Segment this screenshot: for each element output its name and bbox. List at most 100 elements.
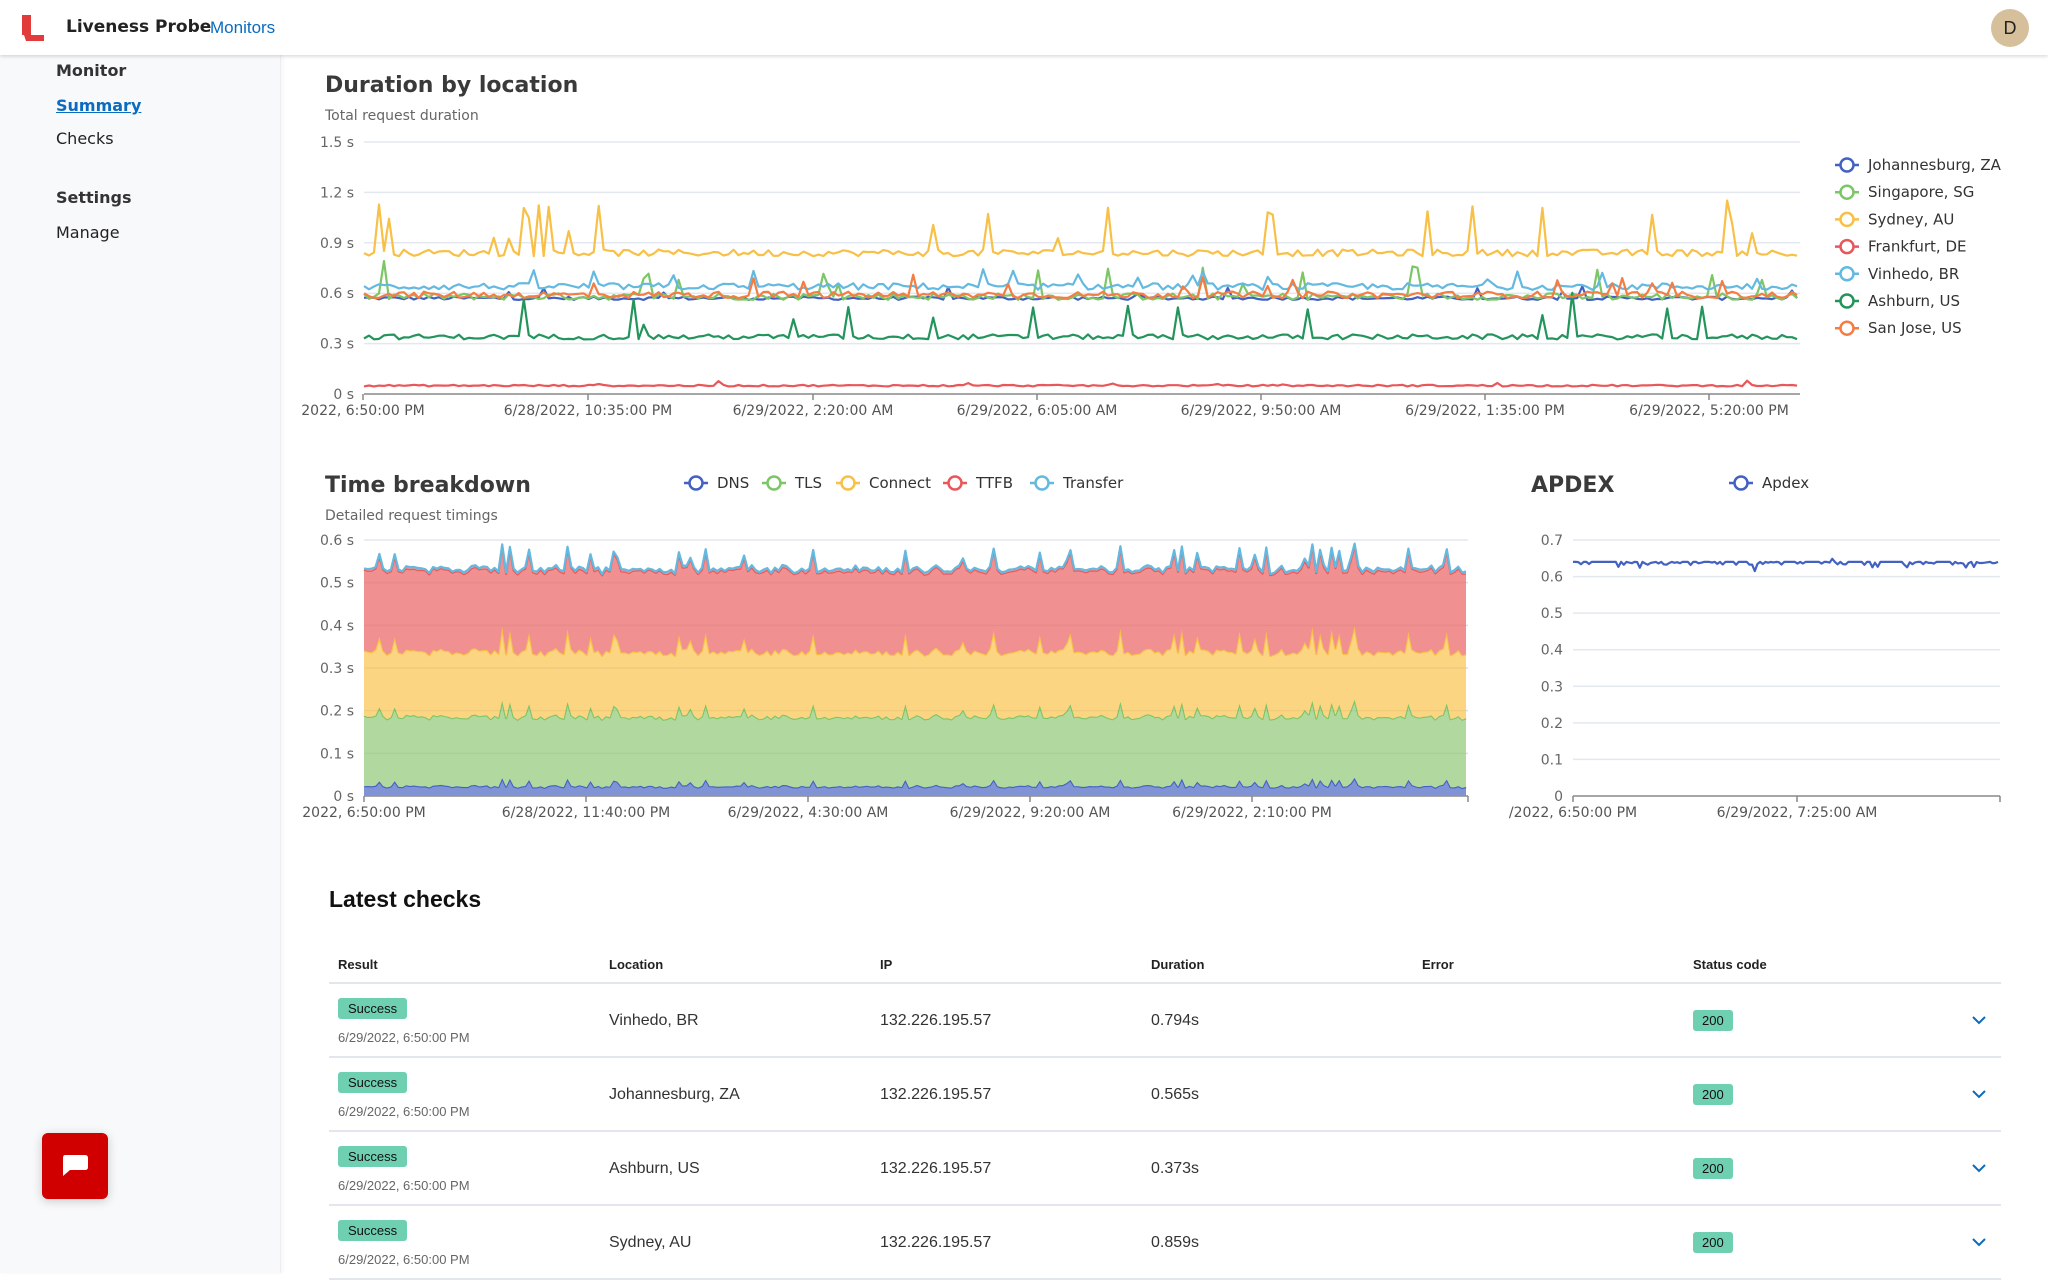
x-tick-label: 2022, 6:50:00 PM xyxy=(302,805,425,821)
x-tick-label: /2022, 6:50:00 PM xyxy=(1509,805,1637,821)
result-badge: Success xyxy=(338,998,408,1019)
expand-chevron-down-icon[interactable] xyxy=(1969,1084,1989,1104)
column-header-ip: IP xyxy=(880,957,893,972)
y-tick-label: 0.6 s xyxy=(320,286,354,302)
y-tick-label: 0.2 s xyxy=(320,704,354,720)
x-tick-label: 6/29/2022, 4:30:00 AM xyxy=(728,805,889,821)
duration-chart: 0 s 0.3 s 0.6 s 0.9 s 1.2 s 1.5 s 2022, 6:50:0… xyxy=(301,135,2001,419)
y-tick-label: 0.5 s xyxy=(320,576,354,592)
transfer-legend-marker-icon xyxy=(1034,475,1050,491)
status-code-badge: 200 xyxy=(1693,1010,1733,1031)
location-cell: Ashburn, US xyxy=(609,1160,700,1177)
y-tick-label: 0.1 s xyxy=(320,746,354,762)
y-tick-label: 0 xyxy=(1554,789,1563,805)
legend-label: Frankfurt, DE xyxy=(1868,238,1967,256)
ip-cell: 132.226.195.57 xyxy=(880,1012,992,1029)
legend-label: Apdex xyxy=(1762,474,1809,492)
series-legend-marker-icon xyxy=(1839,211,1855,228)
x-tick-label: 6/28/2022, 11:40:00 PM xyxy=(502,805,671,821)
check-timestamp: 6/29/2022, 6:50:00 PM xyxy=(338,1178,470,1193)
status-code-badge: 200 xyxy=(1693,1158,1733,1179)
nav-monitors-link[interactable]: Monitors xyxy=(210,18,275,38)
location-cell: Johannesburg, ZA xyxy=(609,1086,740,1103)
series-legend-marker-icon xyxy=(1839,238,1855,255)
y-tick-label: 1.5 s xyxy=(320,135,354,151)
series-line-apdex xyxy=(1573,557,1999,573)
series-line-frankfurt-de xyxy=(363,379,1798,388)
legend-label: TTFB xyxy=(975,474,1013,492)
table-row[interactable]: Success 6/29/2022, 6:50:00 PM Johannesburg… xyxy=(329,1058,2001,1132)
series-legend-marker-icon xyxy=(1839,266,1855,282)
ip-cell: 132.226.195.57 xyxy=(880,1234,992,1251)
column-header-status-code: Status code xyxy=(1693,957,1767,972)
x-tick-label: 6/29/2022, 6:05:00 AM xyxy=(957,403,1118,419)
expand-chevron-down-icon[interactable] xyxy=(1969,1232,1989,1252)
y-tick-label: 0.7 xyxy=(1541,533,1563,549)
y-tick-label: 0.3 xyxy=(1541,679,1563,695)
series-line-sydney-au xyxy=(363,199,1798,258)
column-header-duration: Duration xyxy=(1151,957,1205,972)
y-tick-label: 1.2 s xyxy=(320,185,354,201)
y-tick-label: 0.4 s xyxy=(320,618,354,634)
expand-chevron-down-icon[interactable] xyxy=(1969,1158,1989,1178)
duration-cell: 0.565s xyxy=(1151,1086,1200,1103)
y-tick-label: 0.4 xyxy=(1541,643,1563,659)
legend-label: Johannesburg, ZA xyxy=(1867,156,2002,174)
x-tick-label: 6/29/2022, 9:20:00 AM xyxy=(950,805,1111,821)
duration-cell: 0.373s xyxy=(1151,1160,1200,1177)
x-tick-label: 6/29/2022, 5:20:00 PM xyxy=(1629,403,1789,419)
legend-label: Sydney, AU xyxy=(1868,210,1954,228)
x-tick-label: 6/29/2022, 1:35:00 PM xyxy=(1405,403,1565,419)
legend-label: Ashburn, US xyxy=(1868,292,1960,310)
legend-label: Connect xyxy=(869,474,931,492)
y-tick-label: 0.6 s xyxy=(320,533,354,549)
duration-cell: 0.794s xyxy=(1151,1012,1200,1029)
x-tick-label: 6/29/2022, 2:20:00 AM xyxy=(733,403,894,419)
series-legend-marker-icon xyxy=(1839,157,1855,173)
table-row[interactable]: Success 6/29/2022, 6:50:00 PM Ashburn, US 1… xyxy=(329,1132,2001,1206)
expand-chevron-down-icon[interactable] xyxy=(1969,1010,1989,1030)
legend-label: Vinhedo, BR xyxy=(1868,265,1959,283)
apdex-legend-marker-icon xyxy=(1733,475,1749,491)
x-tick-label: 6/29/2022, 9:50:00 AM xyxy=(1181,403,1342,419)
legend-label: DNS xyxy=(717,474,749,492)
y-tick-label: 0.3 s xyxy=(320,337,354,353)
result-badge: Success xyxy=(338,1146,408,1167)
x-tick-label: 2022, 6:50:00 PM xyxy=(301,403,424,419)
legend-label: Singapore, SG xyxy=(1868,183,1974,201)
check-timestamp: 6/29/2022, 6:50:00 PM xyxy=(338,1252,470,1267)
tls-legend-marker-icon xyxy=(766,475,782,491)
legend-label: TLS xyxy=(794,474,822,492)
series-legend-marker-icon xyxy=(1839,293,1855,309)
table-row[interactable]: Success 6/29/2022, 6:50:00 PM Sydney, AU 13… xyxy=(329,1206,2001,1280)
top-bar: Liveness Probe Monitors D xyxy=(0,0,2048,55)
series-line-ashburn-us xyxy=(363,291,1798,341)
check-timestamp: 6/29/2022, 6:50:00 PM xyxy=(338,1030,470,1045)
legend-label: Transfer xyxy=(1062,474,1124,492)
apdex-chart: 0 0.1 0.2 0.3 0.4 0.5 0.6 0.7/2022, 6:50:00 PM 6… xyxy=(1509,474,2001,821)
series-legend-marker-icon xyxy=(1839,320,1855,336)
x-tick-label: 6/29/2022, 2:10:00 PM xyxy=(1172,805,1332,821)
y-tick-label: 0 s xyxy=(333,387,354,403)
ttfb-legend-marker-icon xyxy=(947,475,963,491)
y-tick-label: 0.6 xyxy=(1541,570,1563,586)
location-cell: Sydney, AU xyxy=(609,1234,692,1251)
column-header-error: Error xyxy=(1422,957,1454,972)
y-tick-label: 0 s xyxy=(333,789,354,805)
connect-legend-marker-icon xyxy=(840,475,856,491)
app-title[interactable]: Liveness Probe xyxy=(66,17,211,37)
latest-checks-title: Latest checks xyxy=(329,886,482,912)
status-code-badge: 200 xyxy=(1693,1084,1733,1105)
charts-canvas: 0 s 0.3 s 0.6 s 0.9 s 1.2 s 1.5 s 2022, 6:50:0… xyxy=(301,135,2001,821)
legend-label: San Jose, US xyxy=(1868,319,1962,337)
table-row[interactable]: Success 6/29/2022, 6:50:00 PM Vinhedo, BR 1… xyxy=(329,984,2001,1058)
series-legend-marker-icon xyxy=(1839,184,1855,200)
location-cell: Vinhedo, BR xyxy=(609,1012,699,1029)
duration-cell: 0.859s xyxy=(1151,1234,1200,1251)
chat-button[interactable] xyxy=(42,1133,108,1199)
x-tick-label: 6/29/2022, 7:25:00 AM xyxy=(1717,805,1878,821)
y-tick-label: 0.1 xyxy=(1541,752,1563,768)
chat-bubble-icon xyxy=(63,1155,88,1176)
result-badge: Success xyxy=(338,1072,408,1093)
user-avatar[interactable]: D xyxy=(1991,9,2029,47)
